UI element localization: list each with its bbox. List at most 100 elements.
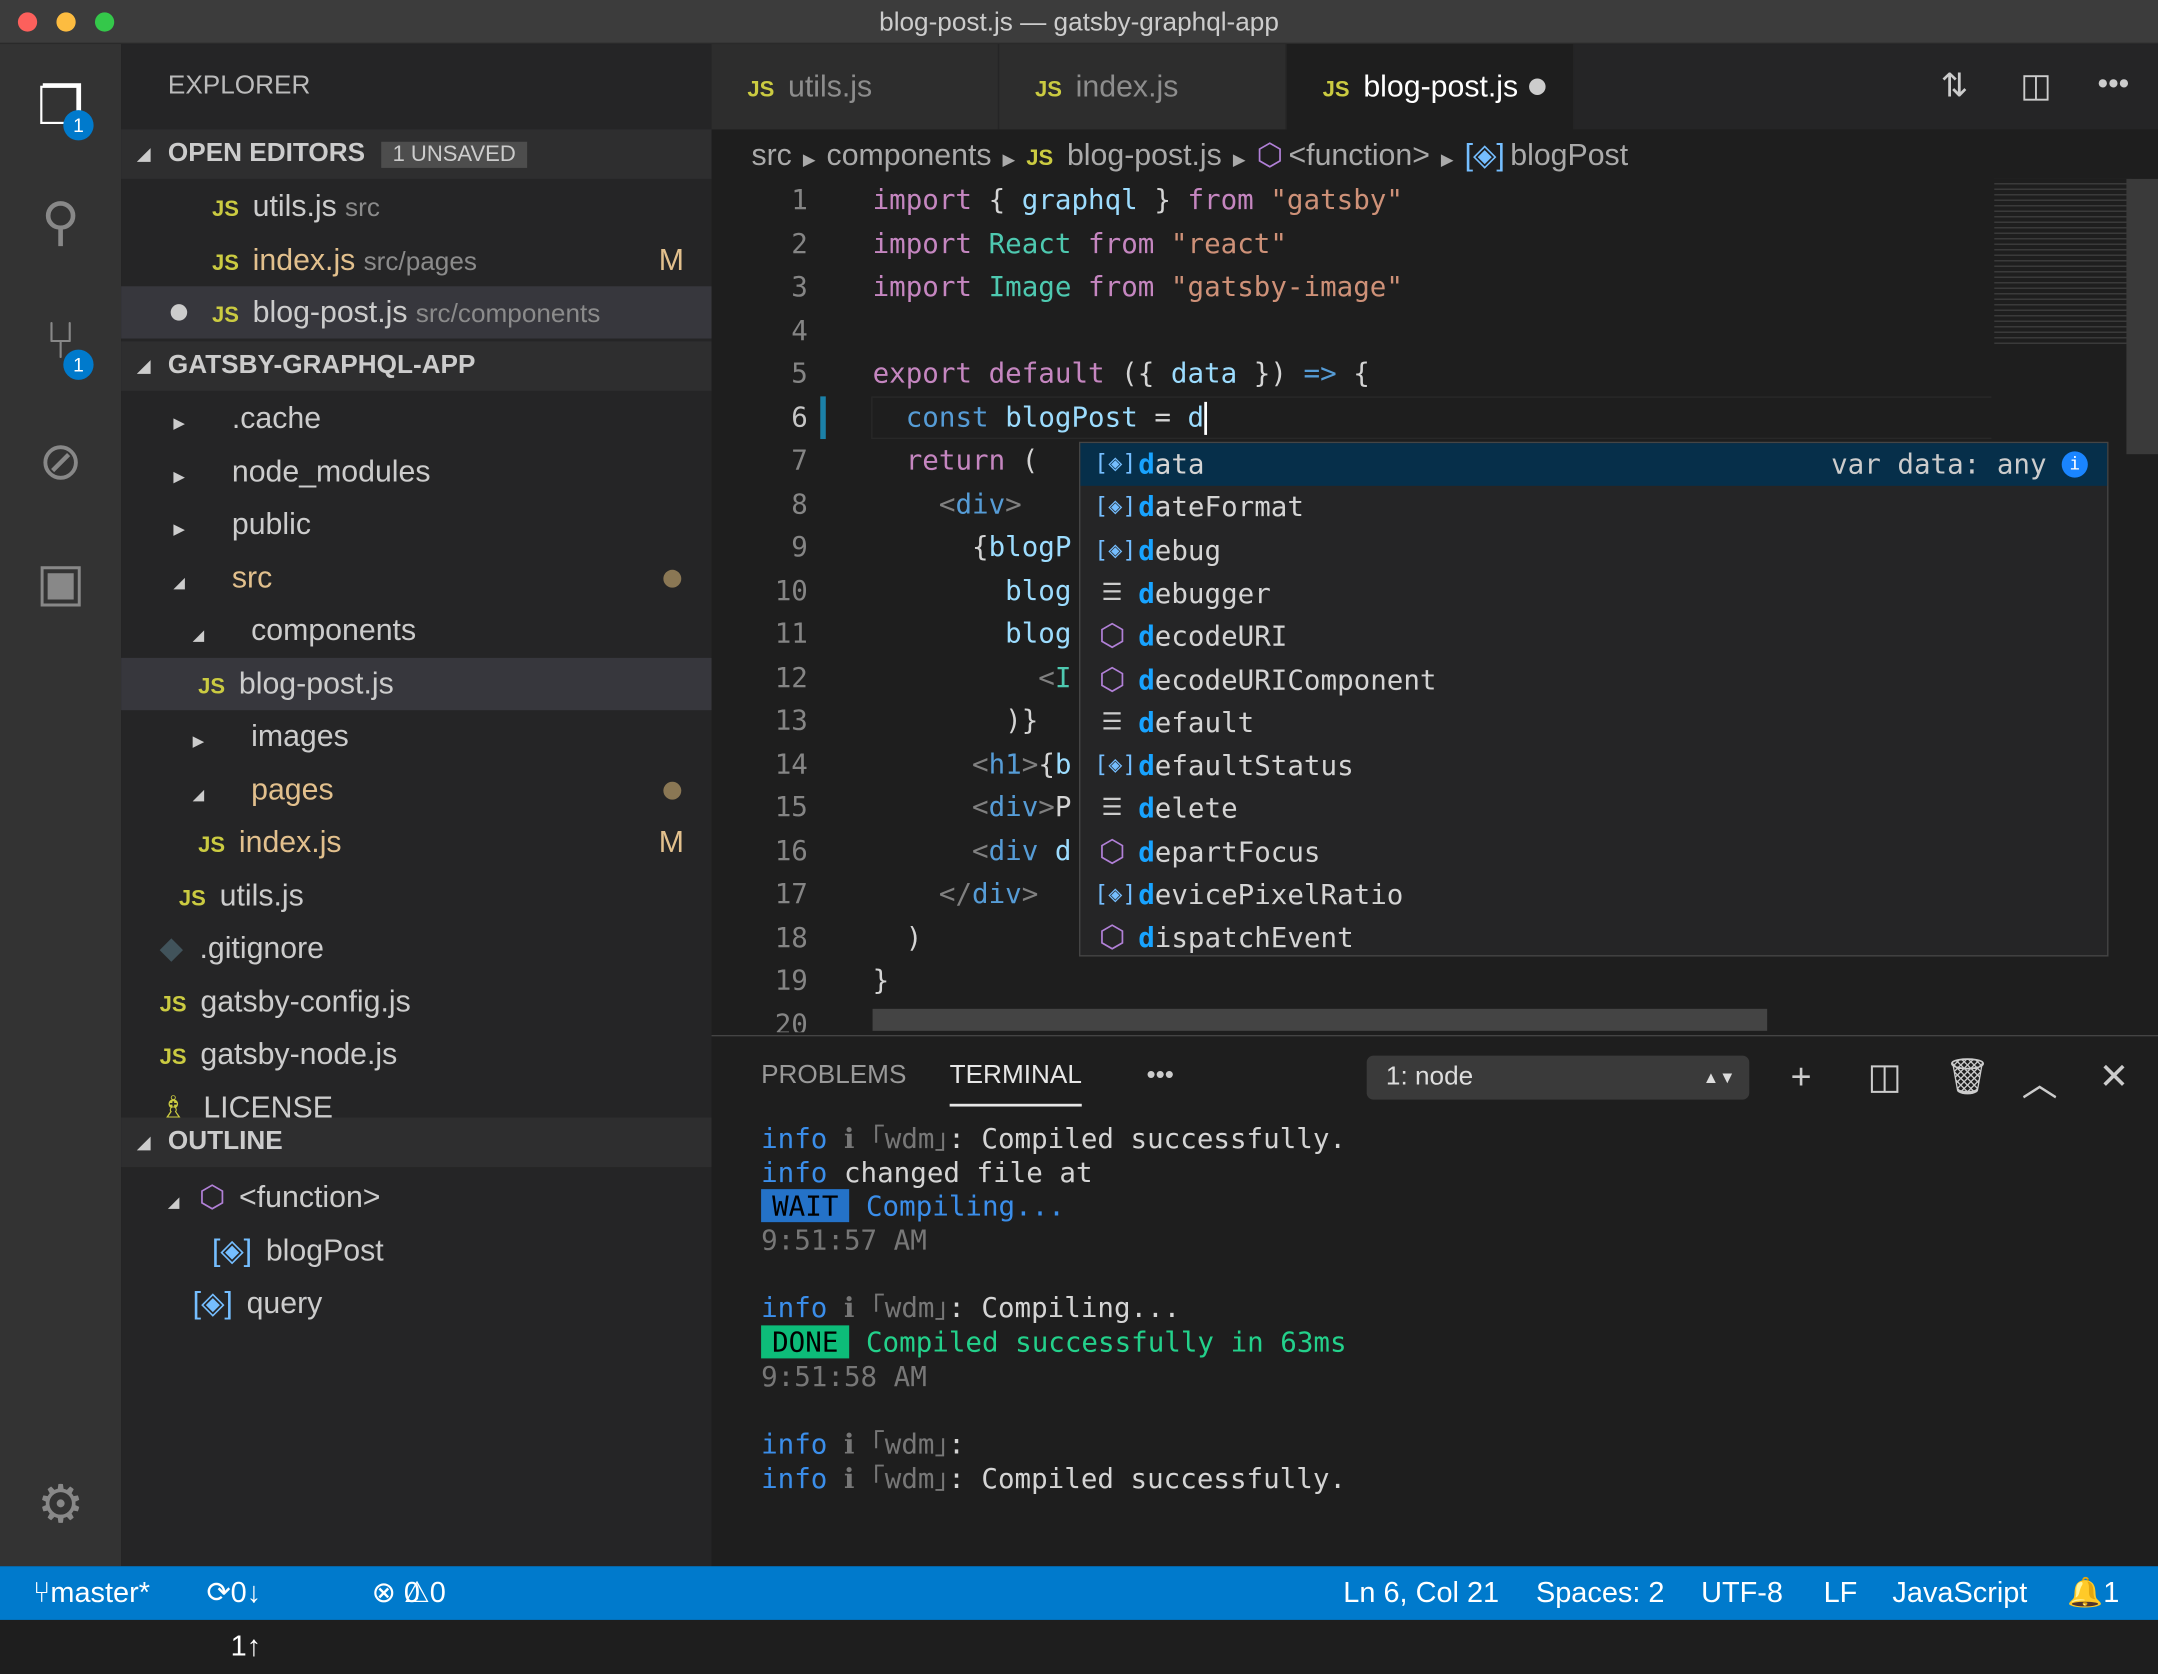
suggestion-item[interactable]: ⬡ dispatchEvent: [1080, 917, 2107, 960]
info-icon[interactable]: i: [2061, 451, 2088, 478]
tab-index-js[interactable]: JS index.js: [999, 44, 1287, 130]
suggestion-item[interactable]: ⬡ decodeURI: [1080, 615, 2107, 658]
code-line: const blogPost = d: [873, 400, 1207, 435]
suggestion-match: d: [1138, 490, 1155, 524]
code-token: >: [1005, 486, 1022, 520]
suggestion-item[interactable]: [◈] devicePixelRatio: [1080, 874, 2107, 917]
tree-item[interactable]: JS gatsby-node.js: [121, 1028, 711, 1080]
outline-item[interactable]: ◢ ⬡ <function>: [121, 1171, 711, 1223]
compare-changes-icon[interactable]: ⇅: [1941, 66, 1969, 106]
unsaved-dot-icon[interactable]: [1529, 78, 1546, 95]
line-number: 4: [791, 313, 808, 347]
suggestion-item[interactable]: [◈] defaultStatus: [1080, 745, 2107, 788]
indentation[interactable]: Spaces: 2: [1536, 1566, 1665, 1620]
outline-header[interactable]: ◢ OUTLINE: [121, 1117, 712, 1168]
code-token: div: [988, 789, 1039, 824]
code-token: ): [872, 920, 923, 954]
suggestion-label: efault: [1154, 705, 1255, 739]
terminal-line: info changed file at: [761, 1156, 1346, 1190]
tree-item[interactable]: ◆ .gitignore: [121, 922, 711, 974]
more-actions-icon[interactable]: •••: [2097, 66, 2129, 102]
panel-more-button[interactable]: •••: [1146, 1061, 1173, 1091]
encoding[interactable]: UTF-8: [1701, 1566, 1783, 1620]
outline-item[interactable]: [◈] query: [121, 1277, 711, 1329]
extensions-icon[interactable]: ▣: [25, 548, 97, 620]
tree-item[interactable]: ▶ public: [121, 498, 711, 550]
tree-item[interactable]: ▶ images: [121, 710, 711, 762]
notifications[interactable]: 🔔 1: [2067, 1566, 2119, 1620]
code-line: ): [873, 920, 923, 953]
terminal-output[interactable]: info ℹ ｢wdm｣: Compiled successfully. info…: [761, 1122, 1347, 1496]
close-panel-icon[interactable]: ✕: [2099, 1056, 2129, 1099]
tree-item[interactable]: ◢ components: [121, 604, 711, 656]
suggestion-item[interactable]: ☰ default: [1080, 702, 2107, 745]
editor-scrollbar[interactable]: [2126, 178, 2158, 455]
tab-utils-js[interactable]: JS utils.js: [711, 44, 1000, 130]
tree-item[interactable]: JS index.js M: [121, 816, 711, 868]
cursor-position[interactable]: Ln 6, Col 21: [1343, 1566, 1499, 1620]
terminal-select[interactable]: 1: node ▲▼: [1366, 1055, 1750, 1100]
open-editor-item[interactable]: JS blog-post.js src/components: [121, 286, 712, 339]
code-line: export default ({ data }) => {: [873, 356, 1370, 389]
tree-item[interactable]: JS utils.js: [121, 869, 711, 921]
breadcrumb-item[interactable]: blogPost: [1510, 138, 1628, 172]
code-token: <: [972, 789, 989, 824]
trash-icon[interactable]: 🗑: [1945, 1056, 1990, 1099]
suggestion-item[interactable]: ☰ debugger: [1080, 572, 2107, 615]
maximize-panel-icon[interactable]: ︿: [2022, 1056, 2058, 1107]
tree-item[interactable]: ▶ .cache: [121, 392, 711, 444]
problems-status[interactable]: ⊗ 0 ⚠ 0: [372, 1566, 446, 1620]
line-number: 1: [791, 183, 808, 217]
suggestion-item[interactable]: [◈] data var data: any i: [1080, 443, 2108, 487]
split-terminal-icon[interactable]: ◫: [1868, 1056, 1902, 1099]
js-file-icon: JS: [211, 251, 239, 275]
suggestion-item[interactable]: ⬡ decodeURIComponent: [1080, 659, 2107, 702]
sync-status[interactable]: ⟳ 0↓ 1↑: [206, 1566, 261, 1662]
code-line: <div d: [873, 833, 1071, 866]
terminal-line: info ℹ ｢wdm｣: Compiled successfully.: [761, 1122, 1346, 1156]
suggestion-item[interactable]: ⬡ departFocus: [1080, 831, 2107, 874]
breadcrumb-item[interactable]: src: [751, 138, 791, 172]
new-terminal-icon[interactable]: +: [1791, 1056, 1812, 1099]
language-mode[interactable]: JavaScript: [1892, 1566, 2027, 1620]
tab-terminal[interactable]: TERMINAL: [949, 1061, 1082, 1107]
debug-icon[interactable]: ⊘: [25, 427, 97, 499]
modified-dot: [663, 569, 682, 587]
tab-problems[interactable]: PROBLEMS: [761, 1061, 906, 1091]
breadcrumb-item[interactable]: components: [827, 138, 992, 172]
terminal-text: : Compiled successfully.: [948, 1461, 1346, 1495]
tree-item[interactable]: ◢ pages: [121, 763, 711, 815]
tree-item[interactable]: JS blog-post.js: [121, 657, 712, 710]
open-editors-header[interactable]: ◢ OPEN EDITORS 1 UNSAVED: [121, 129, 712, 179]
minimap[interactable]: [1994, 178, 2132, 345]
terminal-line: info ℹ ｢wdm｣: Compiling...: [761, 1292, 1346, 1326]
suggestion-item[interactable]: [◈] debug: [1080, 529, 2107, 572]
breadcrumb-item[interactable]: <function>: [1288, 138, 1429, 172]
code-token: blog: [1005, 616, 1072, 650]
split-editor-icon[interactable]: ◫: [2020, 66, 2051, 106]
variable-icon: [◈]: [1464, 137, 1505, 173]
tree-item[interactable]: ▶ node_modules: [121, 445, 711, 497]
code-token: }: [1137, 183, 1188, 217]
branch-status[interactable]: ⑂ master*: [33, 1566, 150, 1620]
outline-item[interactable]: [◈] blogPost: [121, 1224, 711, 1276]
suggestion-item[interactable]: [◈] dateFormat: [1080, 486, 2107, 529]
open-editor-item[interactable]: JS index.js src/pages M: [121, 233, 711, 285]
project-header[interactable]: ◢ GATSBY-GRAPHQL-APP: [121, 341, 712, 391]
suggestion-item[interactable]: ☰ delete: [1080, 788, 2107, 831]
breadcrumb-item[interactable]: blog-post.js: [1067, 138, 1222, 172]
tree-item[interactable]: JS gatsby-config.js: [121, 975, 711, 1027]
open-editor-item[interactable]: JS utils.js src: [121, 180, 711, 232]
tab-blog-post-js[interactable]: JS blog-post.js: [1286, 44, 1575, 130]
gear-icon[interactable]: ⚙: [25, 1470, 97, 1542]
search-icon[interactable]: ⚲: [25, 187, 97, 259]
line-ending[interactable]: LF: [1824, 1566, 1858, 1620]
tree-item[interactable]: ◢ src: [121, 551, 711, 603]
horizontal-scrollbar[interactable]: [872, 1008, 1768, 1031]
